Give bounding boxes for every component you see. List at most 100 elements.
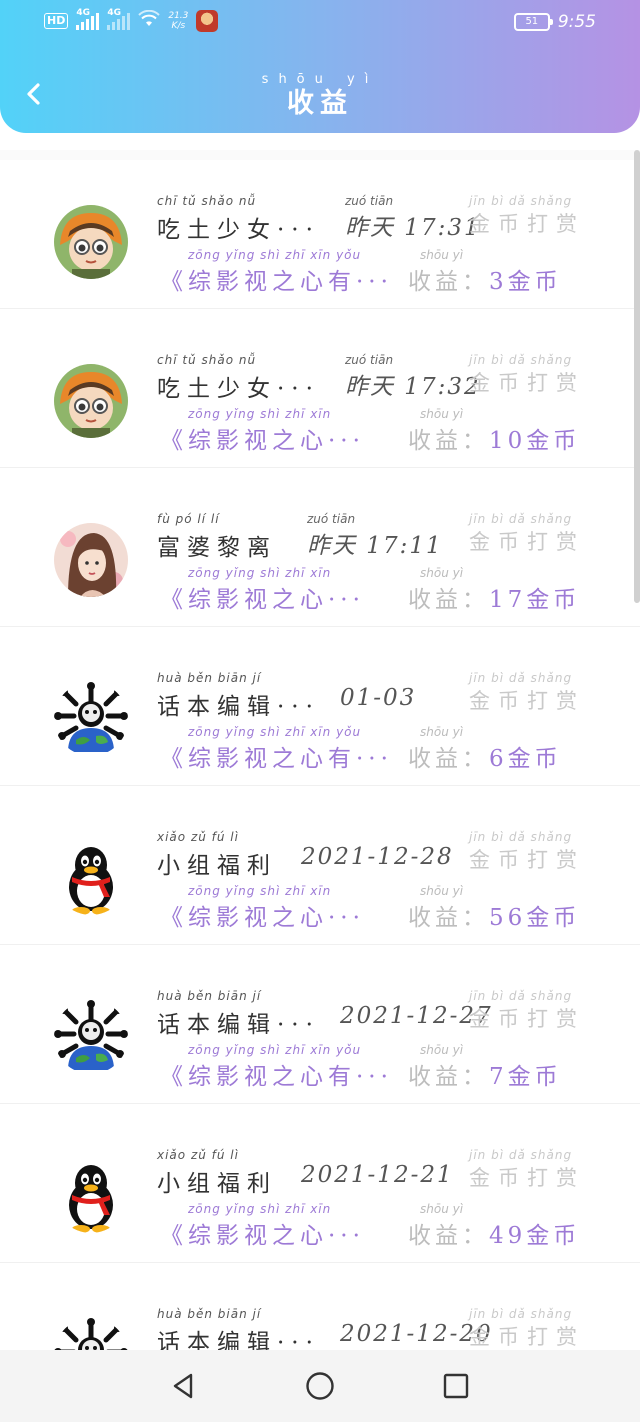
video-title[interactable]: 《综影视之心···	[160, 421, 365, 455]
income-label-pinyin: shōu yì	[420, 1202, 464, 1216]
income-unit: 金币	[507, 1064, 562, 1090]
reward-type-label: 金币打赏	[469, 1007, 585, 1031]
income-label-pinyin: shōu yì	[420, 407, 464, 421]
reward-type-label: 金币打赏	[469, 1325, 585, 1349]
user-name: 富婆黎离	[157, 535, 277, 561]
income-label-pinyin: shōu yì	[420, 1043, 464, 1057]
nav-recent-button[interactable]	[436, 1366, 476, 1406]
row-header: huà běn biān jí 话本编辑··· 2021-12-27 jīn b…	[157, 989, 599, 1038]
user-name-pinyin: fù pó lí lí	[157, 512, 220, 526]
speed-unit: K/s	[171, 21, 186, 31]
avatar[interactable]	[54, 523, 128, 597]
user-name-pinyin: xiǎo zǔ fú lì	[157, 1148, 239, 1162]
video-title[interactable]: 《综影视之心···	[160, 1216, 365, 1250]
avatar[interactable]	[54, 841, 128, 915]
page-title-pinyin: shōu yì	[261, 72, 379, 87]
row-header: chī tǔ shǎo nǚ 吃土少女··· zuó tiān 昨天 17:31…	[157, 194, 599, 243]
reward-type: jīn bì dǎ shǎng 金币打赏	[469, 1148, 599, 1192]
income-row[interactable]: xiǎo zǔ fú lì 小组福利 2021-12-21 jīn bì dǎ …	[0, 1104, 640, 1263]
avatar-image	[54, 841, 128, 915]
avatar[interactable]	[54, 1000, 128, 1074]
income-row[interactable]: xiǎo zǔ fú lì 小组福利 2021-12-28 jīn bì dǎ …	[0, 786, 640, 945]
reward-type-pinyin: jīn bì dǎ shǎng	[469, 353, 573, 367]
time-pinyin: zuó tiān	[345, 194, 394, 208]
reward-type-pinyin: jīn bì dǎ shǎng	[469, 1148, 573, 1162]
income-row[interactable]: chī tǔ shǎo nǚ 吃土少女··· zuó tiān 昨天 17:31…	[0, 150, 640, 309]
income-row[interactable]: huà běn biān jí 话本编辑··· 01-03 jīn bì dǎ …	[0, 627, 640, 786]
income-list[interactable]: chī tǔ shǎo nǚ 吃土少女··· zuó tiān 昨天 17:31…	[0, 150, 640, 1350]
avatar[interactable]	[54, 1318, 128, 1350]
nav-back-button[interactable]	[164, 1366, 204, 1406]
video-title[interactable]: 《综影视之心有···	[160, 262, 393, 296]
video-title[interactable]: 《综影视之心有···	[160, 1057, 393, 1091]
clock: 9:55	[557, 12, 596, 32]
reward-type-pinyin: jīn bì dǎ shǎng	[469, 671, 573, 685]
video-title[interactable]: 《综影视之心有···	[160, 739, 393, 773]
scrollbar[interactable]	[634, 150, 640, 603]
user-name-pinyin: huà běn biān jí	[157, 671, 262, 685]
user-name: 小组福利	[157, 1171, 277, 1197]
avatar[interactable]	[54, 1159, 128, 1233]
income-row[interactable]: huà běn biān jí 话本编辑··· 2021-12-27 jīn b…	[0, 945, 640, 1104]
time-pinyin: zuó tiān	[307, 512, 356, 526]
avatar-image	[54, 523, 128, 597]
avatar[interactable]	[54, 205, 128, 279]
video-title[interactable]: 《综影视之心···	[160, 580, 365, 614]
income-label: 收益：	[408, 746, 489, 772]
nav-home-circle-icon	[306, 1372, 334, 1400]
reward-type-pinyin: jīn bì dǎ shǎng	[469, 194, 573, 208]
income-amount: 17	[489, 587, 527, 613]
video-title-pinyin: zōng yǐng shì zhī xīn	[188, 407, 332, 421]
user-name: 小组福利	[157, 853, 277, 879]
row-header: fù pó lí lí 富婆黎离 zuó tiān 昨天 17:11 jīn b…	[157, 512, 599, 561]
avatar[interactable]	[54, 364, 128, 438]
reward-type-pinyin: jīn bì dǎ shǎng	[469, 512, 573, 526]
reward-type: jīn bì dǎ shǎng 金币打赏	[469, 512, 599, 556]
row-header: huà běn biān jí 话本编辑··· 2021-12-20 jīn b…	[157, 1307, 597, 1350]
speed-value: 21.3	[168, 11, 189, 21]
income-unit: 金币	[526, 1223, 581, 1249]
income-amount: 7	[489, 1064, 508, 1090]
income-unit: 金币	[507, 269, 562, 295]
page-title: 收益	[287, 88, 353, 119]
avatar-image	[54, 364, 128, 438]
income-label: 收益：	[408, 428, 489, 454]
avatar-image	[54, 1159, 128, 1233]
video-title-pinyin: zōng yǐng shì zhī xīn	[188, 884, 332, 898]
nav-home-button[interactable]	[300, 1366, 340, 1406]
timestamp: 2021-12-21	[301, 1162, 454, 1188]
reward-type: jīn bì dǎ shǎng 金币打赏	[469, 353, 599, 397]
row-header: huà běn biān jí 话本编辑··· 01-03 jīn bì dǎ …	[157, 671, 599, 720]
income-value: 收益：56金币	[408, 898, 580, 932]
timestamp: 昨天 17:32	[345, 374, 481, 400]
reward-type-pinyin: jīn bì dǎ shǎng	[469, 1307, 573, 1321]
income-unit: 金币	[526, 587, 581, 613]
video-title-pinyin: zōng yǐng shì zhī xīn yǒu	[188, 1043, 362, 1057]
income-row[interactable]: chī tǔ shǎo nǚ 吃土少女··· zuó tiān 昨天 17:32…	[0, 309, 640, 468]
timestamp: 2021-12-28	[301, 844, 454, 870]
row-detail: zōng yǐng shì zhī xīn 《综影视之心··· shōu yì …	[160, 1202, 600, 1250]
network-speed: 21.3 K/s	[168, 11, 188, 31]
video-title-pinyin: zōng yǐng shì zhī xīn yǒu	[188, 248, 362, 262]
income-row[interactable]: fù pó lí lí 富婆黎离 zuó tiān 昨天 17:11 jīn b…	[0, 468, 640, 627]
video-title[interactable]: 《综影视之心···	[160, 898, 365, 932]
reward-type: jīn bì dǎ shǎng 金币打赏	[469, 989, 599, 1033]
income-row[interactable]: huà běn biān jí 话本编辑··· 2021-12-20 jīn b…	[0, 1263, 640, 1350]
row-detail: zōng yǐng shì zhī xīn yǒu 《综影视之心有··· shō…	[160, 725, 600, 773]
avatar[interactable]	[54, 682, 128, 756]
reward-type: jīn bì dǎ shǎng 金币打赏	[469, 194, 599, 238]
income-unit: 金币	[507, 746, 562, 772]
income-value: 收益：6金币	[408, 739, 562, 773]
reward-type: jīn bì dǎ shǎng 金币打赏	[469, 671, 599, 715]
nav-back-triangle-icon	[173, 1373, 193, 1399]
status-right: 51 9:55	[513, 12, 596, 32]
row-detail: zōng yǐng shì zhī xīn 《综影视之心··· shōu yì …	[160, 407, 600, 455]
user-name-pinyin: chī tǔ shǎo nǚ	[157, 194, 257, 208]
income-label-pinyin: shōu yì	[420, 884, 464, 898]
timestamp: 昨天 17:31	[345, 215, 481, 241]
status-bar: HD 4G 4G 21.3 K/s 51 9:55	[0, 0, 640, 48]
nav-recent-square-icon	[443, 1373, 469, 1399]
row-header: xiǎo zǔ fú lì 小组福利 2021-12-21 jīn bì dǎ …	[157, 1148, 599, 1197]
signal-icon: 4G	[76, 8, 100, 30]
user-name-pinyin: chī tǔ shǎo nǚ	[157, 353, 257, 367]
